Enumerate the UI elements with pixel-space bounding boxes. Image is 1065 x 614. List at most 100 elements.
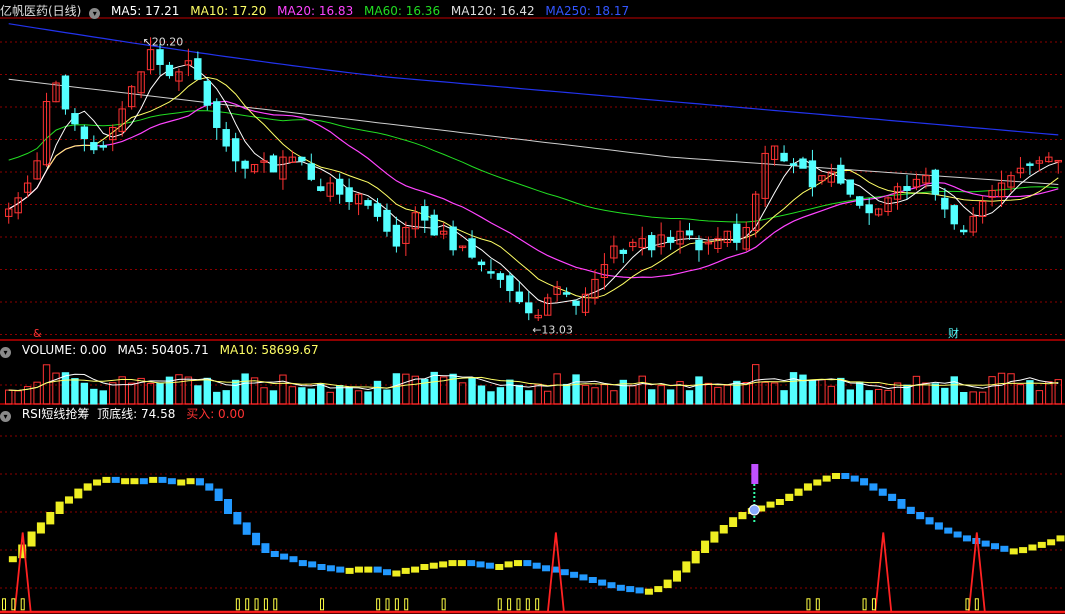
volume-bar (856, 381, 864, 405)
rsi-step-bar (1009, 548, 1018, 555)
volume-bar (884, 389, 892, 405)
low-price-label: ←13.03 (532, 323, 573, 336)
candle-body (430, 214, 438, 236)
rsi-step-bar (953, 531, 962, 538)
candle-body (90, 142, 98, 151)
signal-tick (394, 598, 399, 611)
volume-bar (307, 388, 315, 405)
volume-bar (695, 376, 703, 405)
signal-tick (806, 598, 811, 611)
volume-bar (969, 391, 977, 405)
candle-body (865, 204, 873, 214)
rsi-step-bar (981, 540, 990, 547)
volume-bar (657, 385, 665, 405)
signal-tick (254, 598, 259, 611)
volume-bar (458, 382, 467, 405)
rsi-step-bar (214, 488, 223, 501)
ma120-label: MA120: 16.42 (450, 4, 535, 18)
candle-body (903, 186, 911, 191)
candle-body (421, 206, 429, 221)
rsi-step-bar (813, 479, 822, 486)
volume-bar (562, 383, 571, 405)
candle-body (335, 178, 344, 195)
rsi-step-bar (167, 478, 176, 485)
rsi-panel-header: ▾ RSI短线抢筹 顶底线: 74.58 买入: 0.00 (0, 405, 252, 423)
candle-body (364, 200, 372, 206)
rsi-step-bar (485, 562, 494, 569)
signal-tick (273, 598, 278, 611)
volume-bar (572, 374, 580, 405)
volume-bar (922, 382, 930, 405)
signal-tick (263, 598, 268, 611)
volume-bar (496, 387, 505, 405)
rsi-step-bar (991, 543, 1000, 550)
volume-bar (600, 384, 609, 405)
volume-bar (941, 387, 949, 405)
volume-bar (127, 382, 136, 405)
candle-body (931, 169, 940, 195)
candle-body (222, 129, 230, 147)
candle-body (99, 145, 107, 148)
candle-body (496, 273, 505, 280)
rsi-step-bar (504, 561, 513, 568)
volume-bar (345, 386, 353, 405)
rsi-step-bar (205, 483, 214, 491)
volume-bar (109, 382, 117, 405)
rsi-step-bar (860, 478, 869, 486)
rsi-step-bar (579, 574, 588, 581)
volume-bar (591, 387, 599, 405)
volume-bar (978, 391, 987, 405)
volume-bar (685, 390, 694, 405)
rsi-step-bar (27, 531, 36, 547)
dropdown-icon[interactable]: ▾ (0, 347, 11, 358)
signal-tick (320, 598, 325, 611)
volume-bar (477, 385, 486, 405)
volume-bar (534, 383, 542, 405)
finance-marker: 财 (948, 326, 959, 340)
rsi-step-bar (626, 586, 635, 593)
rsi-title-label: RSI短线抢筹 (21, 407, 90, 421)
volume-bar (865, 390, 873, 405)
volume-bar (525, 390, 533, 405)
rsi-step-bar (139, 478, 148, 485)
candle-body (345, 187, 353, 203)
rsi-step-bar (841, 473, 850, 479)
candle-body (808, 160, 817, 188)
volume-panel-header: ▾ VOLUME: 0.00 MA5: 50405.71 MA10: 58699… (0, 341, 326, 359)
signal-tick (376, 598, 381, 611)
volume-bar (714, 386, 722, 405)
ma5-line (8, 63, 1059, 305)
candle-body (789, 163, 798, 166)
rsi-step-bar (354, 566, 363, 573)
volume-bar (317, 383, 325, 405)
volume-label: VOLUME: 0.00 (21, 343, 107, 357)
volume-bar (33, 381, 41, 405)
rsi-step-bar (925, 517, 934, 525)
volume-bar (638, 375, 646, 405)
rsi-step-bar (130, 478, 139, 485)
candle-body (941, 197, 949, 210)
volume-bar (326, 391, 334, 405)
candle-body (837, 164, 845, 184)
stock-chart[interactable]: ↖20.20 ←13.03 & 财 (0, 0, 1065, 614)
volume-bar (269, 390, 278, 405)
candle-body (383, 209, 391, 232)
ma120-line (8, 78, 1059, 185)
rsi-step-bar (532, 562, 541, 569)
candle-body (799, 158, 807, 169)
dropdown-icon[interactable]: ▾ (89, 8, 101, 19)
candle-body (156, 49, 164, 65)
volume-bar (988, 376, 996, 405)
rsi-step-bar (560, 569, 569, 576)
volume-bar (61, 372, 70, 405)
candle-body (373, 203, 382, 217)
rsi-step-bar (102, 476, 111, 483)
rsi-step-bar (149, 476, 158, 483)
volume-bar (392, 373, 401, 405)
rsi-step-bar (644, 588, 653, 595)
signal-tick (385, 598, 390, 611)
signal-tick (871, 598, 876, 611)
rsi-step-bar (663, 579, 672, 589)
dropdown-icon[interactable]: ▾ (0, 411, 11, 422)
rsi-step-bar (766, 501, 775, 508)
